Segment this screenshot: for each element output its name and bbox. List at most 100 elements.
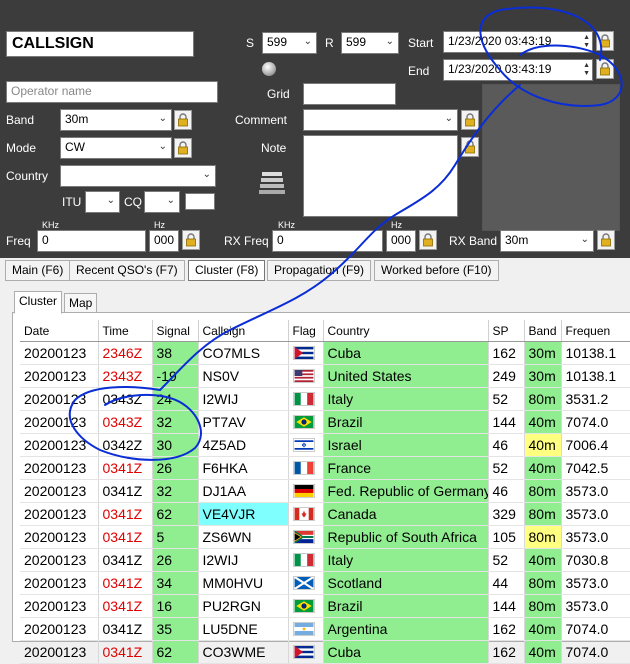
table-header-row: Date Time Signal Callsign Flag Country S… [20, 320, 630, 342]
column-header-signal[interactable]: Signal [152, 320, 199, 342]
freq-hz-input[interactable]: 000 [149, 230, 179, 252]
freq-khz-input[interactable]: 0 [37, 230, 146, 252]
image-preview-panel [482, 84, 620, 231]
tab-propagation[interactable]: Propagation (F9) [267, 260, 372, 281]
table-row[interactable]: 20200123 0342Z 30 4Z5AD Israel 46 40m 7006.4 [20, 433, 630, 457]
usa-flag-icon [292, 369, 315, 383]
cell-country: Cuba [323, 341, 489, 365]
cq-select[interactable]: ⌄ [144, 191, 180, 213]
mode-lock-button[interactable] [174, 138, 192, 158]
chevron-down-icon: ⌄ [158, 141, 167, 152]
cell-country: Scotland [323, 571, 489, 595]
cell-callsign[interactable]: DJ1AA [198, 479, 289, 503]
table-row[interactable]: 20200123 0343Z 32 PT7AV Brazil 144 40m 7074.0 [20, 410, 630, 434]
cell-callsign[interactable]: 4Z5AD [198, 433, 289, 457]
cell-flag [288, 364, 324, 388]
comment-select[interactable]: ⌄ [303, 109, 458, 131]
table-row[interactable]: 20200123 0341Z 62 CO3WME Cuba 162 40m 7074.0 [20, 640, 630, 664]
comment-lock-button[interactable] [461, 110, 479, 130]
column-header-country[interactable]: Country [323, 320, 489, 342]
rx-freq-lock-button[interactable] [419, 230, 437, 250]
itu-select[interactable]: ⌄ [85, 191, 120, 213]
italy-flag-icon [292, 392, 315, 406]
cell-callsign[interactable]: MM0HVU [198, 571, 289, 595]
chevron-down-icon: ⌄ [303, 36, 312, 47]
start-datetime-input[interactable]: 1/23/2020 03:43:19 ▲ ▼ [443, 31, 593, 53]
grid-input[interactable] [303, 83, 396, 105]
table-row[interactable]: 20200123 0341Z 62 VE4VJR Canada 329 80m 3573.0 [20, 502, 630, 526]
column-header-time[interactable]: Time [98, 320, 153, 342]
cell-callsign[interactable]: NS0V [198, 364, 289, 388]
column-header-flag[interactable]: Flag [288, 320, 324, 342]
chevron-down-icon: ⌄ [158, 113, 167, 124]
cell-callsign[interactable]: CO3WME [198, 640, 289, 664]
cell-callsign[interactable]: F6HKA [198, 456, 289, 480]
tab-cluster[interactable]: Cluster (F8) [188, 260, 266, 281]
column-header-date[interactable]: Date [20, 320, 99, 342]
cell-country: Brazil [323, 594, 489, 618]
tab-worked-before[interactable]: Worked before (F10) [374, 260, 499, 281]
subtab-map[interactable]: Map [64, 293, 98, 313]
table-row[interactable]: 20200123 2343Z -19 NS0V United States 249 30m 1… [20, 364, 630, 388]
cell-callsign[interactable]: CO7MLS [198, 341, 289, 365]
tab-recent-qsos[interactable]: Recent QSO's (F7) [69, 260, 185, 281]
s-report-select[interactable]: 599 ⌄ [262, 32, 317, 54]
table-row[interactable]: 20200123 0341Z 32 DJ1AA Fed. Republic of Ger… [20, 479, 630, 503]
spin-arrows-icon[interactable]: ▲ ▼ [583, 34, 590, 50]
table-row[interactable]: 20200123 0341Z 5 ZS6WN Republic of South Afr… [20, 525, 630, 549]
subtab-cluster[interactable]: Cluster [14, 291, 63, 314]
column-header-callsign[interactable]: Callsign [198, 320, 289, 342]
cell-callsign[interactable]: LU5DNE [198, 617, 289, 641]
cq-label: CQ [124, 195, 142, 209]
rx-freq-hz-input[interactable]: 000 [386, 230, 416, 252]
clear-fields-icon[interactable] [257, 170, 287, 196]
column-header-sp[interactable]: SP [488, 320, 525, 342]
rx-band-select[interactable]: 30m ⌄ [500, 230, 594, 252]
table-row[interactable]: 20200123 0341Z 16 PU2RGN Brazil 144 80m 3573.0 [20, 594, 630, 618]
cell-sp: 46 [488, 433, 525, 457]
freq-lock-button[interactable] [182, 230, 200, 250]
rx-freq-hz-label: Hz [391, 220, 402, 230]
table-row[interactable]: 20200123 0341Z 35 LU5DNE Argentina 162 40m 7074… [20, 617, 630, 641]
cell-frequency: 3531.2 [561, 387, 630, 411]
table-row[interactable]: 20200123 0341Z 34 MM0HVU Scotland 44 80m 3573.0 [20, 571, 630, 595]
cell-band: 30m [524, 364, 562, 388]
end-datetime-input[interactable]: 1/23/2020 03:43:19 ▲ ▼ [443, 59, 593, 81]
lock-icon [178, 113, 188, 127]
note-lock-button[interactable] [461, 137, 479, 157]
cell-sp: 162 [488, 617, 525, 641]
operator-name-input[interactable]: Operator name [6, 81, 218, 103]
cell-time: 0341Z [98, 502, 153, 526]
cell-country: Canada [323, 502, 489, 526]
cell-callsign[interactable]: PT7AV [198, 410, 289, 434]
cell-callsign[interactable]: PU2RGN [198, 594, 289, 618]
column-header-band[interactable]: Band [524, 320, 562, 342]
table-row[interactable]: 20200123 2346Z 38 CO7MLS Cuba 162 30m 10138.1 [20, 341, 630, 365]
country-select[interactable]: ⌄ [60, 165, 216, 187]
cell-flag [288, 525, 324, 549]
rx-freq-khz-input[interactable]: 0 [272, 230, 383, 252]
cell-callsign[interactable]: ZS6WN [198, 525, 289, 549]
table-row[interactable]: 20200123 0341Z 26 F6HKA France 52 40m 7042.5 [20, 456, 630, 480]
cell-callsign[interactable]: VE4VJR [198, 502, 289, 526]
cell-callsign[interactable]: I2WIJ [198, 548, 289, 572]
band-lock-button[interactable] [174, 110, 192, 130]
band-select[interactable]: 30m ⌄ [60, 109, 172, 131]
column-header-frequency[interactable]: Frequen [561, 320, 630, 342]
s-label: S [246, 36, 255, 50]
tab-main[interactable]: Main (F6) [5, 260, 71, 281]
rx-band-lock-button[interactable] [597, 230, 615, 250]
callsign-input[interactable]: CALLSIGN [6, 31, 194, 57]
cell-frequency: 7042.5 [561, 456, 630, 480]
start-lock-button[interactable] [596, 31, 614, 51]
mode-select[interactable]: CW ⌄ [60, 137, 172, 159]
end-lock-button[interactable] [596, 59, 614, 79]
r-report-select[interactable]: 599 ⌄ [341, 32, 399, 54]
cell-callsign[interactable]: I2WIJ [198, 387, 289, 411]
table-row[interactable]: 20200123 0343Z 24 I2WIJ Italy 52 80m 3531.2 [20, 387, 630, 411]
note-textarea[interactable] [303, 135, 458, 217]
cell-frequency: 7074.0 [561, 410, 630, 434]
cell-sp: 44 [488, 571, 525, 595]
table-row[interactable]: 20200123 0341Z 26 I2WIJ Italy 52 40m 7030.8 [20, 548, 630, 572]
spin-arrows-icon[interactable]: ▲ ▼ [583, 62, 590, 78]
